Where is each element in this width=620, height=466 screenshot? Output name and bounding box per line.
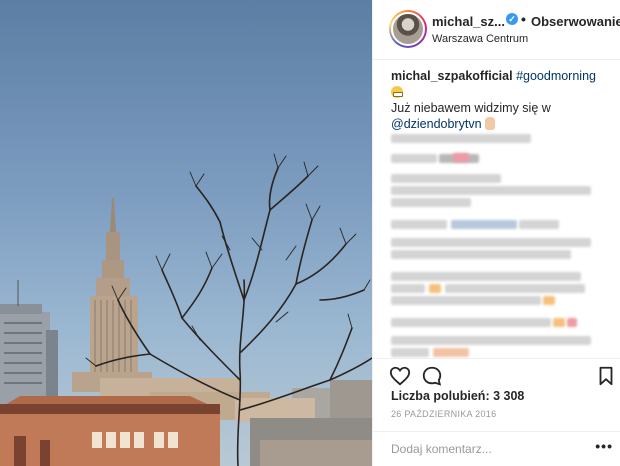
post-actions: Liczba polubień: 3 308 26 PAŹDZIERNIKA 2… <box>373 358 620 458</box>
post-caption: michal_szpakofficial #goodmorning Już ni… <box>391 68 613 132</box>
caption-text: Już niebawem widzimy się w <box>391 101 551 115</box>
bookmark-icon[interactable] <box>595 365 617 387</box>
avatar-image <box>391 12 425 46</box>
post-date[interactable]: 26 PAŹDZIERNIKA 2016 <box>391 409 496 419</box>
post-sidebar: michal_sz... ✓ • Obserwowanie Warszawa C… <box>372 0 620 466</box>
likes-count[interactable]: Liczba polubień: 3 308 <box>391 389 524 403</box>
comment-input[interactable] <box>391 442 581 456</box>
photo-scene <box>0 153 372 466</box>
separator-dot: • <box>521 11 526 27</box>
verified-badge-icon: ✓ <box>506 13 518 25</box>
location-link[interactable]: Warszawa Centrum <box>432 33 528 45</box>
comments-list-blurred <box>389 128 615 358</box>
hashtag-link[interactable]: #goodmorning <box>516 69 596 83</box>
post-header: michal_sz... ✓ • Obserwowanie Warszawa C… <box>373 0 620 60</box>
avatar[interactable] <box>389 10 427 48</box>
caption-author-link[interactable]: michal_szpakofficial <box>391 69 513 83</box>
comment-form: ••• <box>373 431 620 459</box>
grinning-emoji-icon <box>391 86 403 98</box>
post-photo[interactable] <box>0 0 372 466</box>
username-link[interactable]: michal_sz... <box>432 14 505 29</box>
heart-icon[interactable] <box>389 365 411 387</box>
speech-bubble-icon[interactable] <box>421 365 443 387</box>
following-button[interactable]: Obserwowanie <box>531 14 620 29</box>
more-options-button[interactable]: ••• <box>595 438 613 454</box>
